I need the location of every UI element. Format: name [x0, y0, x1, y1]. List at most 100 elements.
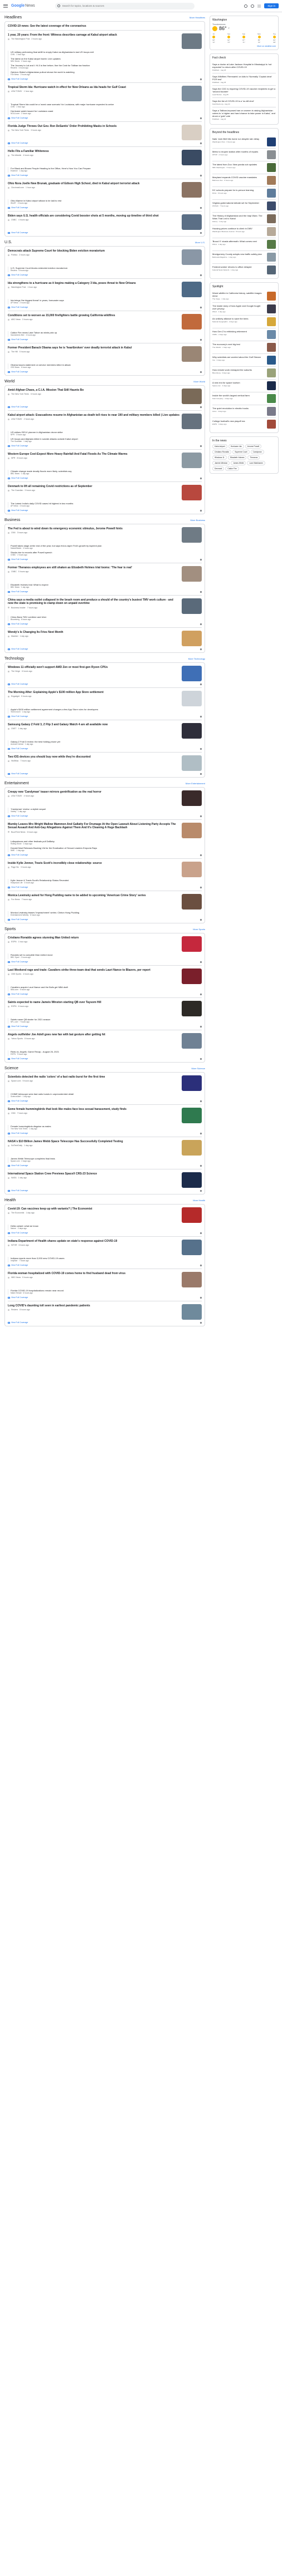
side-story-headline[interactable]: The History of Afghanistan and the Iraqi…	[212, 214, 265, 220]
weather-widget[interactable]: Washington Thunderstorms 86° F Fri 90° 72° Sat 9…	[210, 16, 279, 50]
side-story-headline[interactable]: How remote work reshaped the suburbs	[212, 368, 265, 371]
topic-chip[interactable]: Kabul airport	[212, 444, 227, 449]
full-coverage-link[interactable]: View Full Coverage	[8, 961, 202, 963]
story-source[interactable]: Politico	[11, 254, 17, 256]
story-source[interactable]: ABC News	[11, 318, 21, 321]
story-thumbnail[interactable]	[182, 1272, 202, 1288]
full-coverage-link[interactable]: View Full Coverage	[8, 174, 202, 176]
story-source[interactable]: Yahoo Sports	[11, 1038, 23, 1040]
story-source[interactable]: CNBC	[11, 219, 17, 221]
story-source[interactable]: BuzzFeed News	[11, 831, 25, 833]
story-source[interactable]: Reuters	[11, 1309, 18, 1311]
section-title[interactable]: Sports	[4, 927, 16, 931]
weather-unit[interactable]: F	[228, 27, 230, 30]
side-story[interactable]: The quiet revolution in electric trucks A…	[212, 405, 276, 418]
settings-icon[interactable]	[251, 4, 255, 8]
side-story-headline[interactable]: The latest from Zoo: New panda cub updat…	[212, 163, 265, 166]
side-story-thumbnail[interactable]	[267, 368, 276, 377]
related-story[interactable]: China Bans TMV overtime and Uber Bloomber…	[11, 616, 202, 621]
side-story-thumbnail[interactable]	[267, 227, 276, 236]
story-headline[interactable]: 1 year, 20 years: From the front: Witnes…	[8, 33, 179, 37]
story-source[interactable]: SciTechDaily	[11, 1144, 22, 1147]
section-title[interactable]: U.S.	[4, 240, 12, 244]
full-coverage-link[interactable]: View Full Coverage	[8, 1058, 202, 1060]
full-coverage-link[interactable]: View Full Coverage	[8, 274, 202, 276]
story-headline[interactable]: Scientists detected the radio 'colors' o…	[8, 1075, 179, 1079]
story-headline[interactable]: Samsung Galaxy Z Fold 3, Z Flip 3 and Ga…	[8, 723, 179, 726]
side-story[interactable]: Inside the world's largest vertical farm…	[212, 392, 276, 405]
story-thumbnail[interactable]	[182, 282, 202, 298]
side-story-thumbnail[interactable]	[267, 381, 276, 390]
full-coverage-link[interactable]: View Full Coverage	[8, 232, 202, 234]
story-thumbnail[interactable]	[182, 389, 202, 405]
fact-check-claim[interactable]: Says a Taliban-imposed ban on women is r…	[212, 109, 276, 117]
side-story-thumbnail[interactable]	[267, 137, 276, 146]
section-more-link[interactable]: More World	[193, 380, 205, 383]
related-story[interactable]: The Latest: India's daily COVID cases hi…	[11, 502, 202, 508]
side-story-headline[interactable]: Why scientists are worried about the Gul…	[212, 356, 265, 358]
related-story[interactable]: US military performing final airlift to …	[11, 51, 202, 56]
topic-chip[interactable]: Caldor Fire	[225, 466, 239, 471]
story-source[interactable]: NPR	[11, 457, 15, 459]
story-headline[interactable]: Mumby Leaves Mrs Wright Mallow Mammon An…	[8, 823, 179, 829]
story-headline[interactable]: Denmark to lift all remaining Covid rest…	[8, 485, 179, 488]
story-thumbnail[interactable]	[182, 969, 202, 985]
help-icon[interactable]	[244, 4, 248, 8]
side-story-headline[interactable]: A new era for space tourism	[212, 381, 265, 384]
related-story[interactable]: Tropical Storm Ida could be a 'worst cas…	[11, 103, 202, 109]
story-headline[interactable]: Florida Judge Throws Out Gov. Ron DeSant…	[8, 125, 179, 128]
full-coverage-link[interactable]: View Full Coverage	[8, 142, 202, 144]
story-source[interactable]: Business Insider	[11, 607, 26, 609]
topic-chip[interactable]: James Webb	[231, 461, 246, 465]
story-thumbnail[interactable]	[182, 33, 202, 50]
topic-chip[interactable]: Lauri Markkanen	[247, 461, 266, 465]
full-coverage-link[interactable]: View Full Coverage	[8, 1189, 202, 1192]
side-story-thumbnail[interactable]	[267, 253, 276, 262]
story-source[interactable]: The Atlantic	[11, 154, 21, 156]
side-story-headline[interactable]: The inside story of how Apple and Google…	[212, 304, 265, 310]
story-thumbnail[interactable]	[182, 86, 202, 102]
side-story-headline[interactable]: An unlikely alliance to save the bees	[212, 317, 265, 320]
side-story[interactable]: Virginia gubernatorial debate set for Se…	[212, 200, 276, 213]
story-thumbnail[interactable]	[182, 485, 202, 501]
full-coverage-link[interactable]: View Full Coverage	[8, 886, 202, 888]
section-title[interactable]: Technology	[4, 657, 24, 661]
related-story[interactable]: Opinion: Biden's Afghanistan pullout sho…	[11, 71, 202, 76]
side-story-headline[interactable]: Nats' Josh Bell hits home run despite ra…	[212, 137, 265, 140]
side-story[interactable]: DC schools prepare for in-person learnin…	[212, 187, 276, 200]
story-source[interactable]: NASA	[11, 1177, 17, 1179]
full-coverage-link[interactable]: View Full Coverage	[8, 509, 202, 512]
side-story-headline[interactable]: Worst wildfire in California history, sa…	[212, 292, 265, 297]
side-story-thumbnail[interactable]	[267, 240, 276, 249]
full-coverage-link[interactable]: View Full Coverage	[8, 207, 202, 209]
side-story-headline[interactable]: Housing prices continue to climb in DMV	[212, 227, 265, 230]
related-story[interactable]: Elizabeth Holmes trial: What to expect BB…	[11, 583, 202, 589]
section-more-link[interactable]: More Headlines	[189, 16, 205, 19]
side-story-headline[interactable]: How Gen Z is rethinking retirement	[212, 330, 265, 333]
story-headline[interactable]: Florida woman hospitalized with COVID-19…	[8, 1272, 179, 1275]
related-story[interactable]: Saints name QB starter for 2021 season NF…	[11, 1018, 202, 1024]
full-coverage-link[interactable]: View Full Coverage	[8, 683, 202, 685]
search-input[interactable]	[62, 4, 185, 7]
story-source[interactable]: CNBC	[11, 571, 17, 573]
side-story[interactable]: The latest from Zoo: New panda cub updat…	[212, 161, 276, 174]
full-coverage-link[interactable]: View Full Coverage	[8, 406, 202, 408]
story-thumbnail[interactable]	[182, 1075, 202, 1092]
full-coverage-link[interactable]: View Full Coverage	[8, 1100, 202, 1102]
story-headline[interactable]: Windows 11 officially won't support AMD …	[8, 666, 179, 669]
side-story-thumbnail[interactable]	[267, 394, 276, 403]
story-source[interactable]: The Washington Post	[11, 38, 30, 40]
side-story[interactable]: Metro to reopen station after months of …	[212, 149, 276, 161]
story-source[interactable]: Page Six	[11, 866, 19, 868]
section-title[interactable]: Entertainment	[4, 781, 29, 785]
full-coverage-link[interactable]: View Full Coverage	[8, 854, 202, 856]
related-story[interactable]: CHIME telescope sees fast radio bursts i…	[11, 1093, 202, 1098]
story-headline[interactable]: Ohio Nora Joelle New Brunak, graduate of…	[8, 182, 179, 185]
side-story-headline[interactable]: College football's new playoff era	[212, 420, 265, 422]
section-title[interactable]: Health	[4, 1198, 16, 1202]
topic-chip[interactable]: Cristiano Ronaldo	[212, 450, 232, 454]
side-story[interactable]: The economy's next big test The Atlantic …	[212, 341, 276, 354]
side-story-headline[interactable]: Virginia gubernatorial debate set for Se…	[212, 201, 265, 204]
side-story-headline[interactable]: Metro to reopen station after months of …	[212, 150, 265, 153]
side-story-headline[interactable]: The economy's next big test	[212, 343, 265, 346]
